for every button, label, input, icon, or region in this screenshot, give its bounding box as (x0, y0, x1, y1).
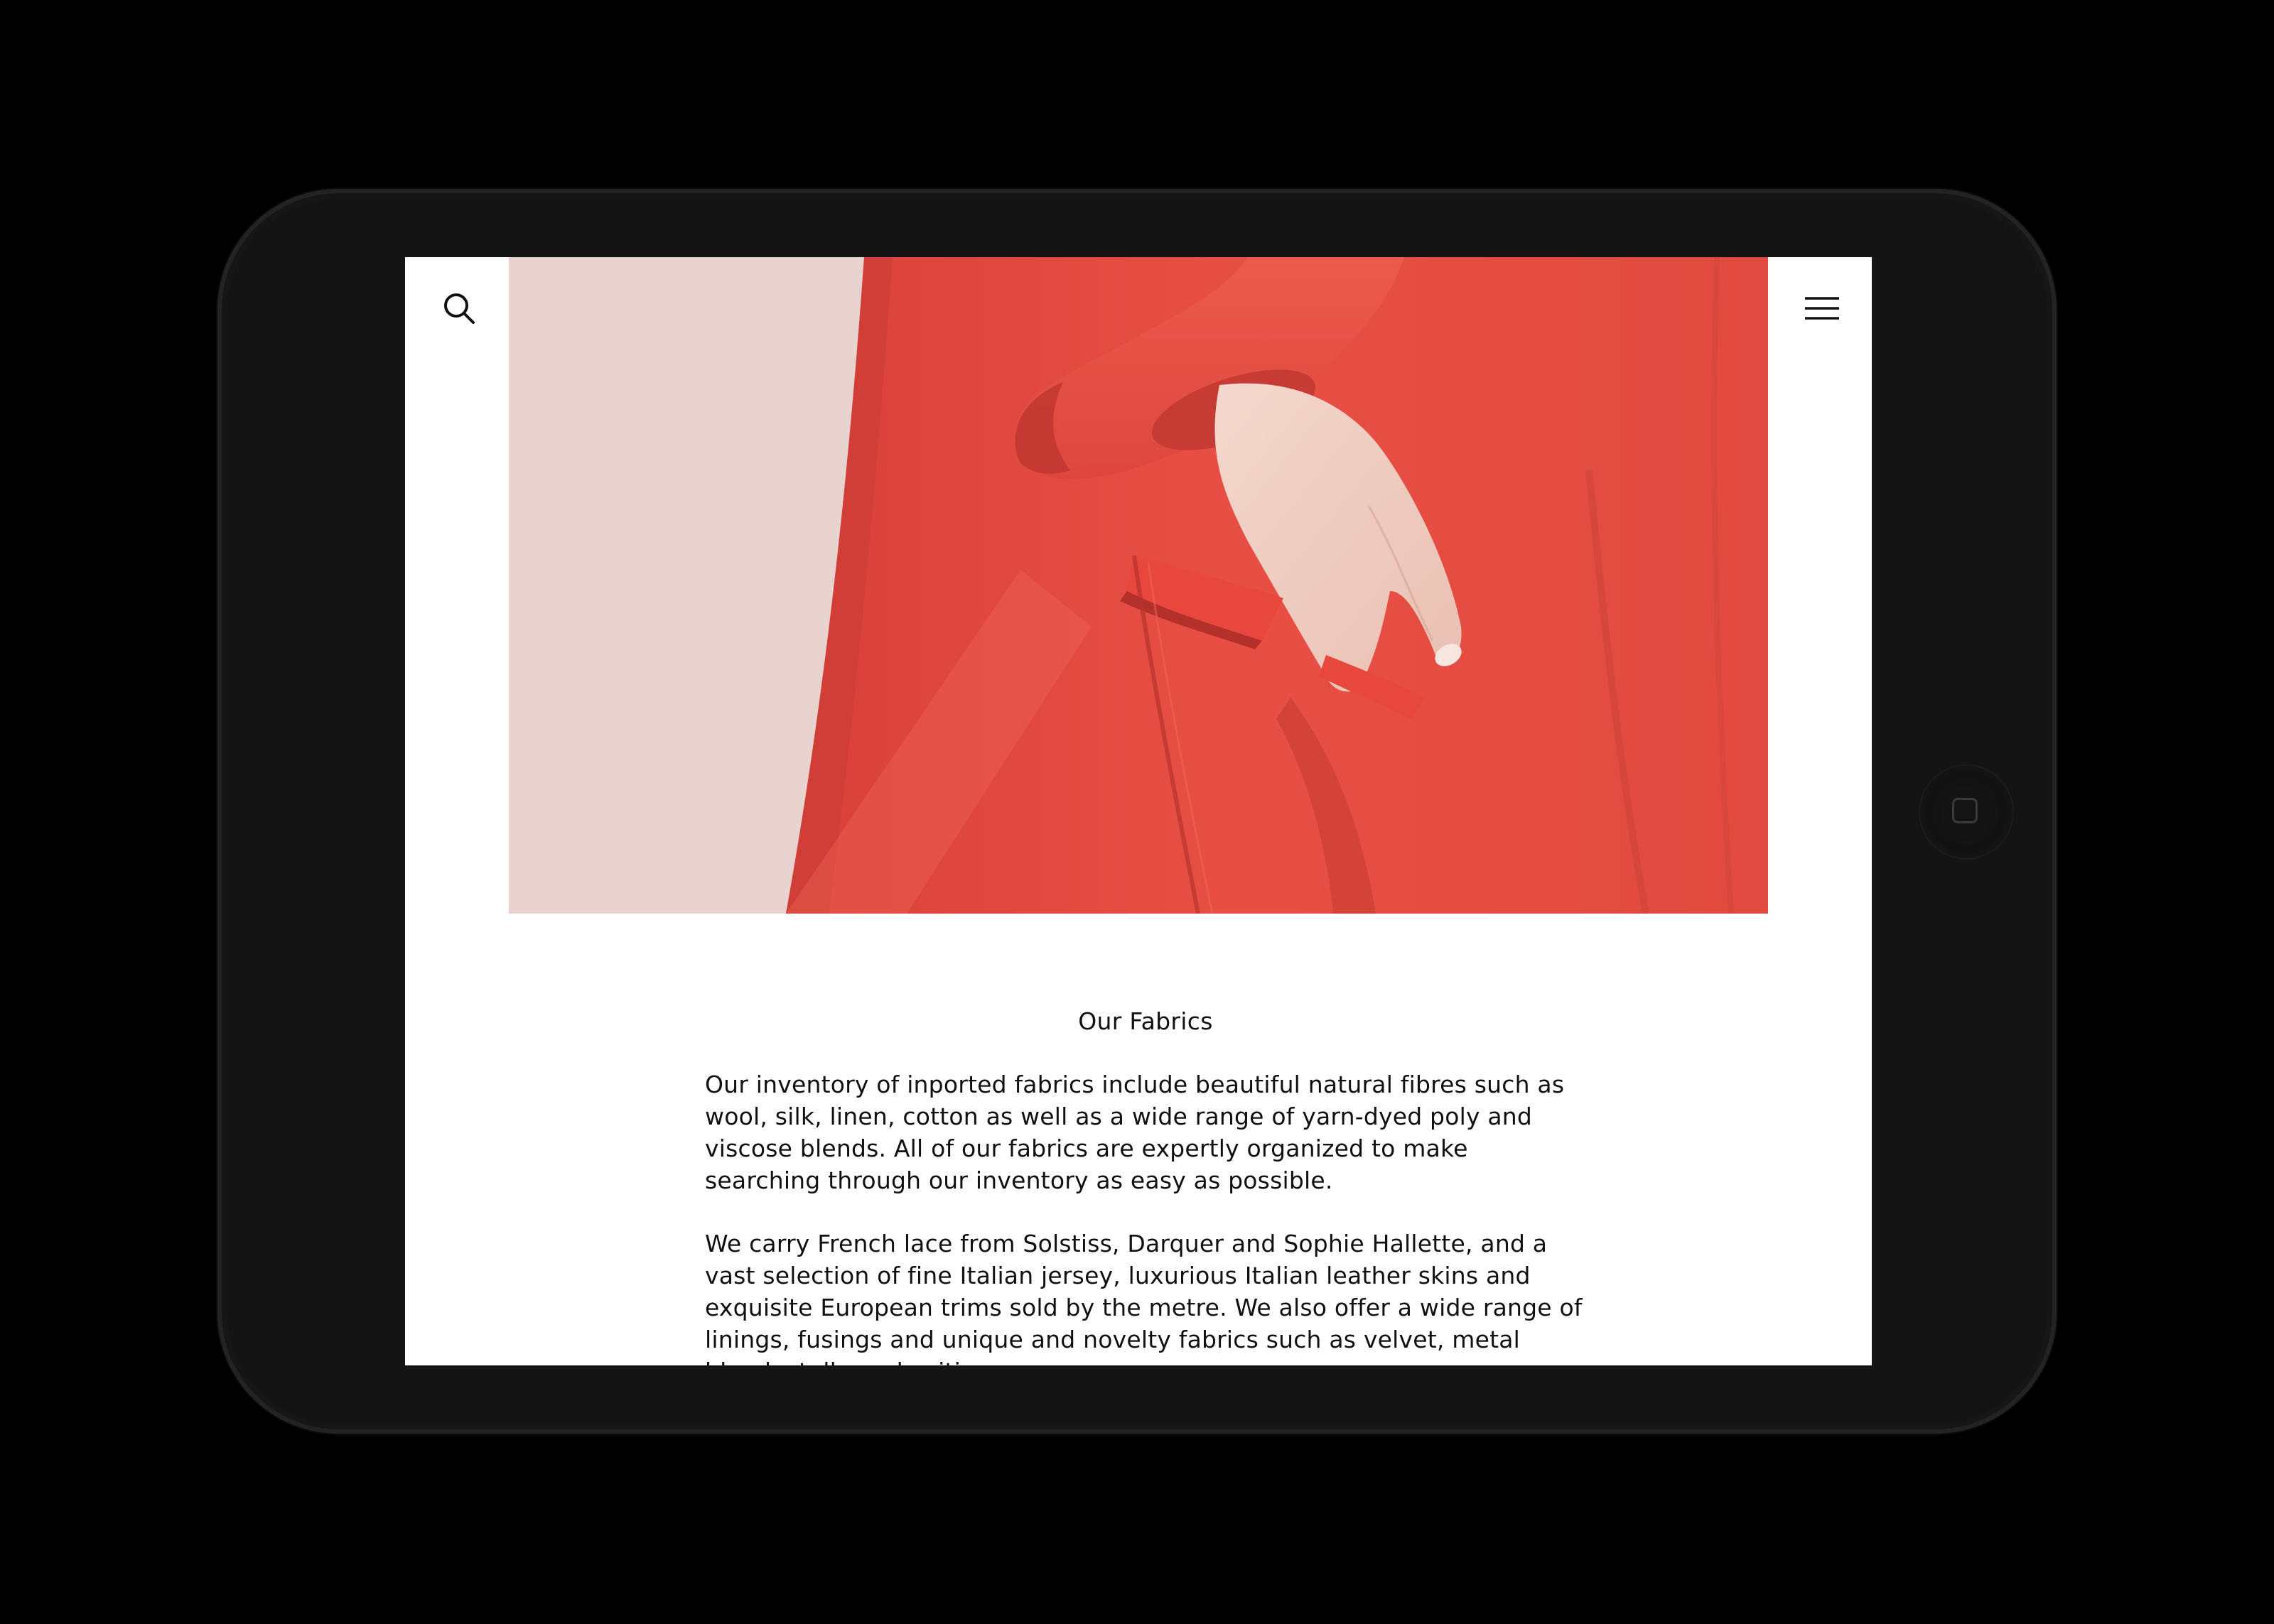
paragraph-inventory: Our inventory of inported fabrics includ… (705, 1071, 1565, 1194)
menu-button[interactable] (1801, 288, 1843, 331)
paragraph-lace: We carry French lace from Solstiss, Darq… (705, 1230, 1583, 1365)
page-heading: Our Fabrics (1078, 1007, 1213, 1035)
home-button[interactable] (1920, 766, 2012, 858)
content-section: Our Fabrics Our inventory of inported fa… (705, 1006, 1586, 1365)
search-button[interactable] (439, 288, 482, 331)
search-icon (444, 293, 475, 324)
hamburger-menu-icon (1805, 297, 1839, 320)
hero-image (509, 257, 1768, 914)
home-button-icon (1952, 798, 1978, 823)
red-coat-photo (509, 257, 1768, 914)
screen: Our Fabrics Our inventory of inported fa… (405, 257, 1872, 1365)
